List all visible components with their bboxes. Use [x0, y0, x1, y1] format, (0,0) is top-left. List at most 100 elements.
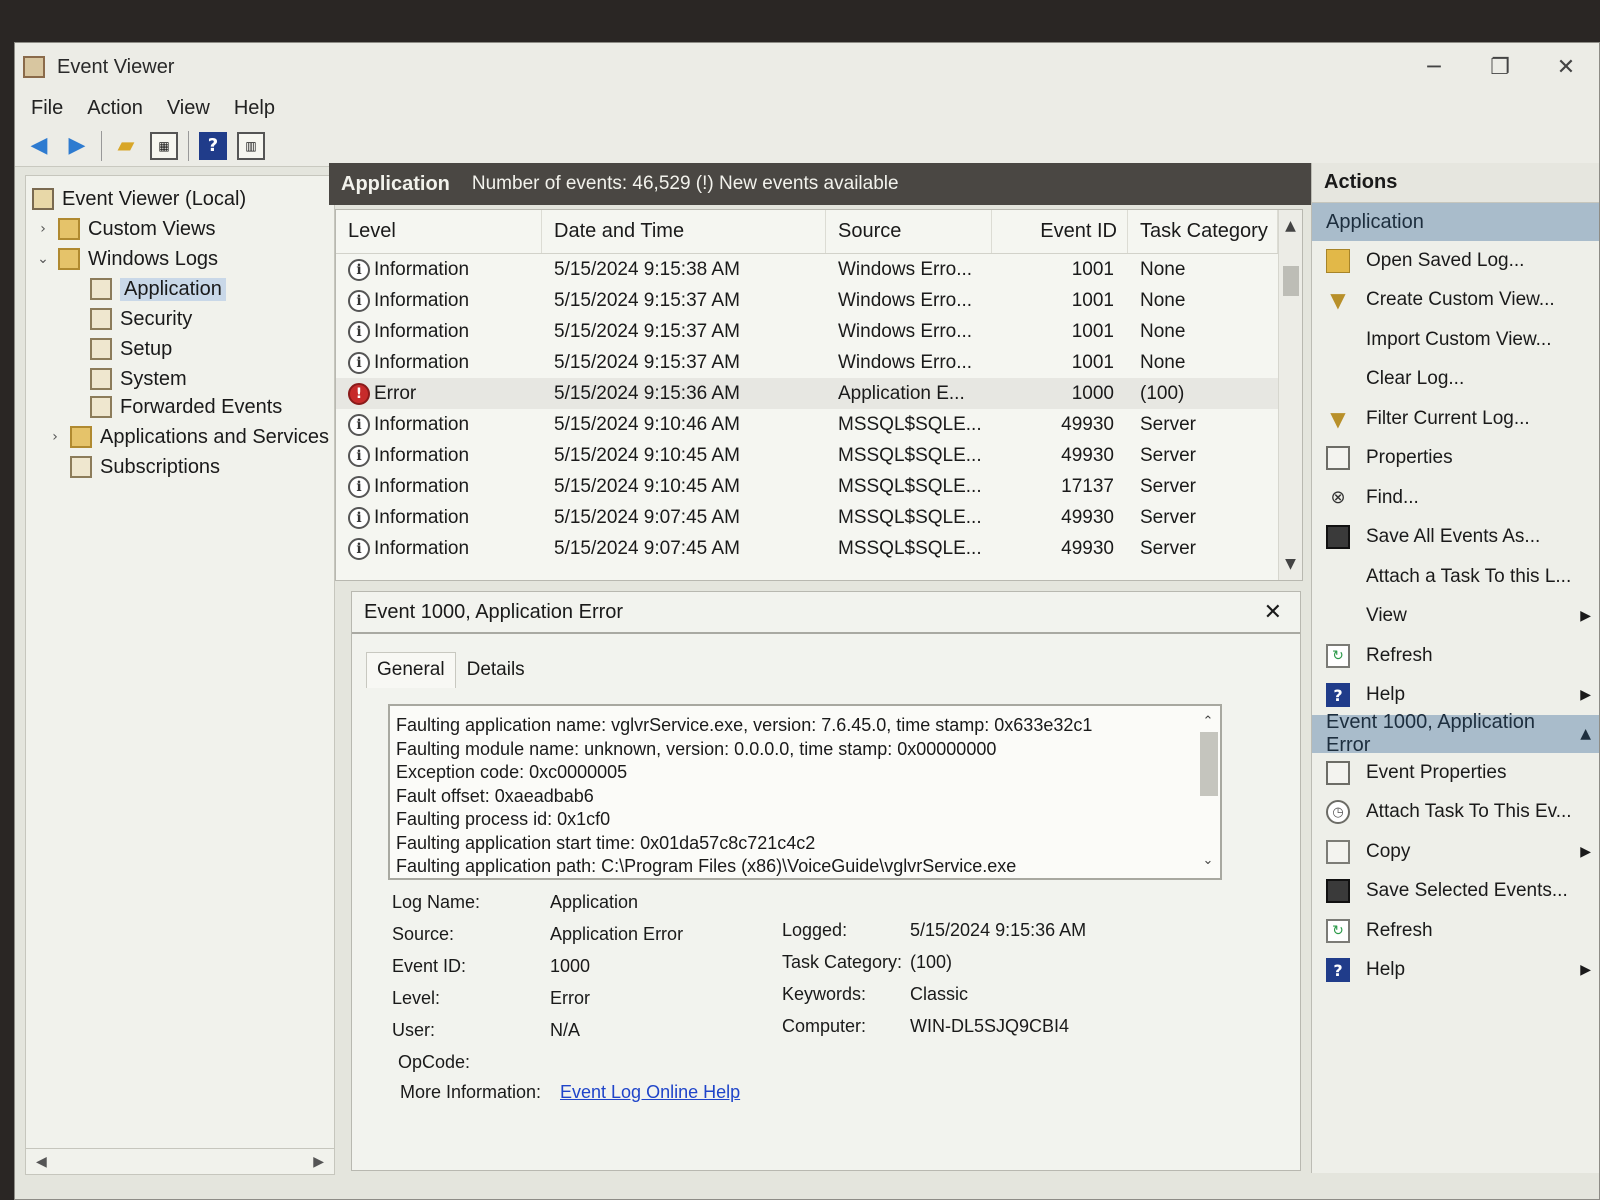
description-line: Faulting process id: 0x1cf0 — [396, 809, 611, 829]
submenu-arrow-icon: ▶ — [1580, 687, 1591, 704]
scroll-right-icon[interactable]: ▶ — [313, 1153, 324, 1170]
action-create-custom-view[interactable]: ▼ Create Custom View... — [1312, 281, 1599, 321]
action-save-selected-events[interactable]: Save Selected Events... — [1312, 872, 1599, 912]
table-row[interactable]: i Information 5/15/2024 9:15:38 AM Window… — [336, 254, 1302, 285]
chevron-right-icon[interactable]: › — [34, 221, 52, 237]
action-view[interactable]: View ▶ — [1312, 597, 1599, 637]
action-properties[interactable]: Properties — [1312, 439, 1599, 479]
open-folder-icon[interactable]: ▰ — [112, 132, 140, 160]
date-cell: 5/15/2024 9:15:37 AM — [554, 351, 740, 373]
tree-item-security[interactable]: Security — [90, 304, 192, 334]
action-find[interactable]: ⊗ Find... — [1312, 478, 1599, 518]
information-icon: i — [348, 258, 370, 281]
close-icon[interactable]: ✕ — [1264, 600, 1282, 625]
chevron-right-icon[interactable]: › — [46, 429, 64, 445]
action-attach-task-event[interactable]: ◷ Attach Task To This Ev... — [1312, 793, 1599, 833]
chevron-down-icon[interactable]: ⌄ — [34, 251, 52, 267]
tree-item-application[interactable]: Application — [90, 274, 226, 304]
tree-item-setup[interactable]: Setup — [90, 334, 172, 364]
source-cell: Windows Erro... — [838, 289, 973, 311]
tree-item-windows-logs[interactable]: ⌄ Windows Logs — [34, 244, 218, 274]
action-clear-log[interactable]: Clear Log... — [1312, 360, 1599, 400]
task-cell: None — [1140, 320, 1186, 342]
action-event-properties[interactable]: Event Properties — [1312, 753, 1599, 793]
actions-list-event: Event Properties ◷ Attach Task To This Ev.… — [1312, 753, 1599, 991]
show-hide-tree-icon[interactable]: ▦ — [150, 131, 178, 160]
help-icon[interactable]: ? — [199, 131, 227, 160]
scroll-thumb[interactable] — [1200, 732, 1218, 796]
task-cell: Server — [1140, 475, 1196, 497]
show-hide-action-pane-icon[interactable]: ▥ — [237, 131, 265, 160]
menu-file[interactable]: File — [31, 97, 63, 120]
chevron-down-icon[interactable]: ⌄ — [1196, 849, 1220, 873]
information-icon: i — [348, 351, 370, 374]
menu-bar: File Action View Help — [15, 91, 1599, 125]
tree-item-custom-views[interactable]: › Custom Views — [34, 214, 215, 244]
action-filter-current-log[interactable]: ▼ Filter Current Log... — [1312, 399, 1599, 439]
menu-view[interactable]: View — [167, 97, 210, 120]
tree-item-applications-services[interactable]: › Applications and Services Lo — [46, 422, 357, 452]
actions-section-application[interactable]: Application — [1312, 203, 1599, 241]
action-attach-task-log[interactable]: Attach a Task To this L... — [1312, 557, 1599, 597]
chevron-up-icon[interactable]: ⌃ — [1196, 710, 1220, 734]
action-import-custom-view[interactable]: Import Custom View... — [1312, 320, 1599, 360]
scroll-down-icon[interactable]: ▼ — [1279, 556, 1302, 572]
description-line: Faulting module name: unknown, version: … — [396, 738, 997, 759]
table-row[interactable]: i Information 5/15/2024 9:15:37 AM Window… — [336, 347, 1302, 378]
scroll-up-icon[interactable]: ▲ — [1279, 218, 1302, 234]
action-refresh[interactable]: ↻ Refresh — [1312, 636, 1599, 676]
table-row[interactable]: i Information 5/15/2024 9:07:45 AM MSSQL$… — [336, 533, 1302, 564]
close-button[interactable]: ✕ — [1533, 55, 1599, 80]
description-scrollbar[interactable]: ⌃ ⌄ — [1196, 706, 1220, 878]
tree-item-forwarded-events[interactable]: Forwarded Events — [90, 392, 282, 422]
tree-item-event-viewer-local[interactable]: Event Viewer (Local) — [32, 184, 246, 214]
date-cell: 5/15/2024 9:07:45 AM — [554, 506, 740, 528]
tree-item-system[interactable]: System — [90, 364, 187, 394]
tree-item-subscriptions[interactable]: Subscriptions — [70, 452, 220, 482]
column-header-task-category[interactable]: Task Category — [1128, 210, 1278, 253]
log-icon — [90, 338, 112, 360]
information-icon: i — [348, 413, 370, 436]
table-row[interactable]: i Information 5/15/2024 9:15:37 AM Window… — [336, 316, 1302, 347]
event-id-cell: 1000 — [1071, 382, 1114, 404]
column-header-level[interactable]: Level — [336, 210, 542, 253]
events-vertical-scrollbar[interactable]: ▲ ▼ — [1278, 210, 1302, 580]
action-save-all-events[interactable]: Save All Events As... — [1312, 518, 1599, 558]
event-id-cell: 49930 — [1061, 506, 1114, 528]
log-icon — [90, 396, 112, 418]
back-arrow-icon[interactable]: ◀ — [25, 132, 53, 160]
information-icon: i — [348, 444, 370, 467]
column-header-date[interactable]: Date and Time — [542, 210, 826, 253]
action-open-saved-log[interactable]: Open Saved Log... — [1312, 241, 1599, 281]
menu-action[interactable]: Action — [87, 97, 143, 120]
action-copy[interactable]: Copy ▶ — [1312, 832, 1599, 872]
table-row[interactable]: i Information 5/15/2024 9:15:37 AM Window… — [336, 285, 1302, 316]
level-text: Information — [374, 475, 470, 497]
action-help-event[interactable]: ? Help ▶ — [1312, 951, 1599, 991]
tree-horizontal-scrollbar[interactable]: ◀ ▶ — [26, 1148, 334, 1174]
tab-general[interactable]: General — [366, 652, 456, 688]
table-row-selected[interactable]: ! Error 5/15/2024 9:15:36 AM Application … — [336, 378, 1302, 409]
table-row[interactable]: i Information 5/15/2024 9:10:46 AM MSSQL$… — [336, 409, 1302, 440]
minimize-button[interactable]: ─ — [1401, 55, 1467, 80]
action-help[interactable]: ? Help ▶ — [1312, 676, 1599, 716]
actions-section-event[interactable]: Event 1000, Application Error ▲ — [1312, 711, 1599, 756]
table-row[interactable]: i Information 5/15/2024 9:07:45 AM MSSQL$… — [336, 502, 1302, 533]
action-label: Help — [1366, 684, 1406, 706]
table-row[interactable]: i Information 5/15/2024 9:10:45 AM MSSQL$… — [336, 471, 1302, 502]
action-refresh-event[interactable]: ↻ Refresh — [1312, 911, 1599, 951]
column-header-source[interactable]: Source — [826, 210, 992, 253]
collapse-up-icon[interactable]: ▲ — [1580, 726, 1591, 742]
navigation-tree: Event Viewer (Local) › Custom Views ⌄ Wi… — [25, 175, 357, 1175]
column-header-event-id[interactable]: Event ID — [992, 210, 1128, 253]
event-viewer-app-icon — [23, 56, 45, 78]
event-log-online-help-link[interactable]: Event Log Online Help — [560, 1082, 740, 1102]
restore-button[interactable]: ❐ — [1467, 55, 1533, 80]
menu-help[interactable]: Help — [234, 97, 275, 120]
event-description[interactable]: Faulting application name: vglvrService.… — [388, 704, 1222, 880]
scroll-thumb[interactable] — [1283, 266, 1299, 296]
table-row[interactable]: i Information 5/15/2024 9:10:45 AM MSSQL$… — [336, 440, 1302, 471]
forward-arrow-icon[interactable]: ▶ — [63, 132, 91, 160]
tab-details[interactable]: Details — [456, 652, 536, 688]
scroll-left-icon[interactable]: ◀ — [36, 1153, 47, 1170]
